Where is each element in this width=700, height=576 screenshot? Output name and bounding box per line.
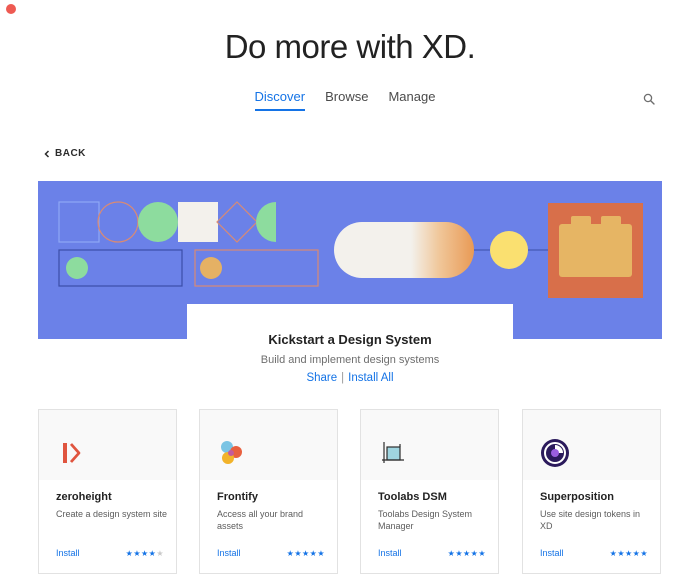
tab-bar: Discover Browse Manage [0,89,700,111]
hero-title: Kickstart a Design System [268,332,432,347]
install-button[interactable]: Install [378,548,402,558]
plugin-card-toolabs-dsm[interactable]: Toolabs DSM Toolabs Design System Manage… [360,409,499,574]
plugin-name: zeroheight [56,491,112,503]
hero-actions: Share | Install All [187,372,513,384]
chevron-left-icon [44,149,50,158]
plugin-card-superposition[interactable]: Superposition Use site design tokens in … [522,409,661,574]
plugin-description: Toolabs Design System Manager [378,509,473,531]
plugin-list: zeroheight Create a design system site I… [38,409,662,576]
plugin-description: Use site design tokens in XD [540,509,641,531]
zeroheight-logo-icon [63,443,81,463]
hero-subtitle: Build and implement design systems [260,354,440,366]
search-icon[interactable] [643,93,655,105]
plugin-description: Create a design system site [56,509,168,519]
install-button[interactable]: Install [56,548,80,558]
superposition-logo-icon [541,439,569,467]
window-close-button[interactable] [6,4,16,14]
toolabs-logo-icon [382,442,404,463]
plugin-card-frontify[interactable]: Frontify Access all your brand assets In… [199,409,338,574]
star-icon: ★ [617,549,625,558]
tab-manage[interactable]: Manage [388,89,435,111]
star-icon: ★ [301,549,310,558]
plugin-description: Access all your brand assets [217,509,304,531]
star-icon: ★ [294,549,302,558]
star-icon: ★ [462,549,471,558]
star-icon: ★ [156,549,164,558]
plugin-name: Frontify [217,491,258,503]
star-rating: ★★★★★ [126,549,164,558]
hero-info-panel: Kickstart a Design System Build and impl… [187,304,513,388]
plugin-name: Superposition [540,491,614,503]
star-icon: ★ [140,549,149,558]
back-label: BACK [55,148,86,159]
star-icon: ★ [478,549,486,558]
star-rating: ★★★★★ [610,549,648,558]
star-rating: ★★★★★ [448,549,486,558]
back-button[interactable]: BACK [44,148,86,159]
install-button[interactable]: Install [217,548,241,558]
star-rating: ★★★★★ [287,549,325,558]
star-icon: ★ [133,549,141,558]
install-all-link[interactable]: Install All [348,372,393,384]
action-separator: | [341,372,345,384]
star-icon: ★ [455,549,463,558]
tab-discover[interactable]: Discover [254,89,306,111]
star-icon: ★ [317,549,325,558]
page-title: Do more with XD. [224,28,476,65]
share-link[interactable]: Share [306,372,337,384]
frontify-logo-icon [221,441,242,464]
star-icon: ★ [640,549,648,558]
plugin-name: Toolabs DSM [378,491,447,503]
tab-browse[interactable]: Browse [325,89,368,111]
star-icon: ★ [624,549,633,558]
install-button[interactable]: Install [540,548,564,558]
plugin-card-zeroheight[interactable]: zeroheight Create a design system site I… [38,409,177,574]
